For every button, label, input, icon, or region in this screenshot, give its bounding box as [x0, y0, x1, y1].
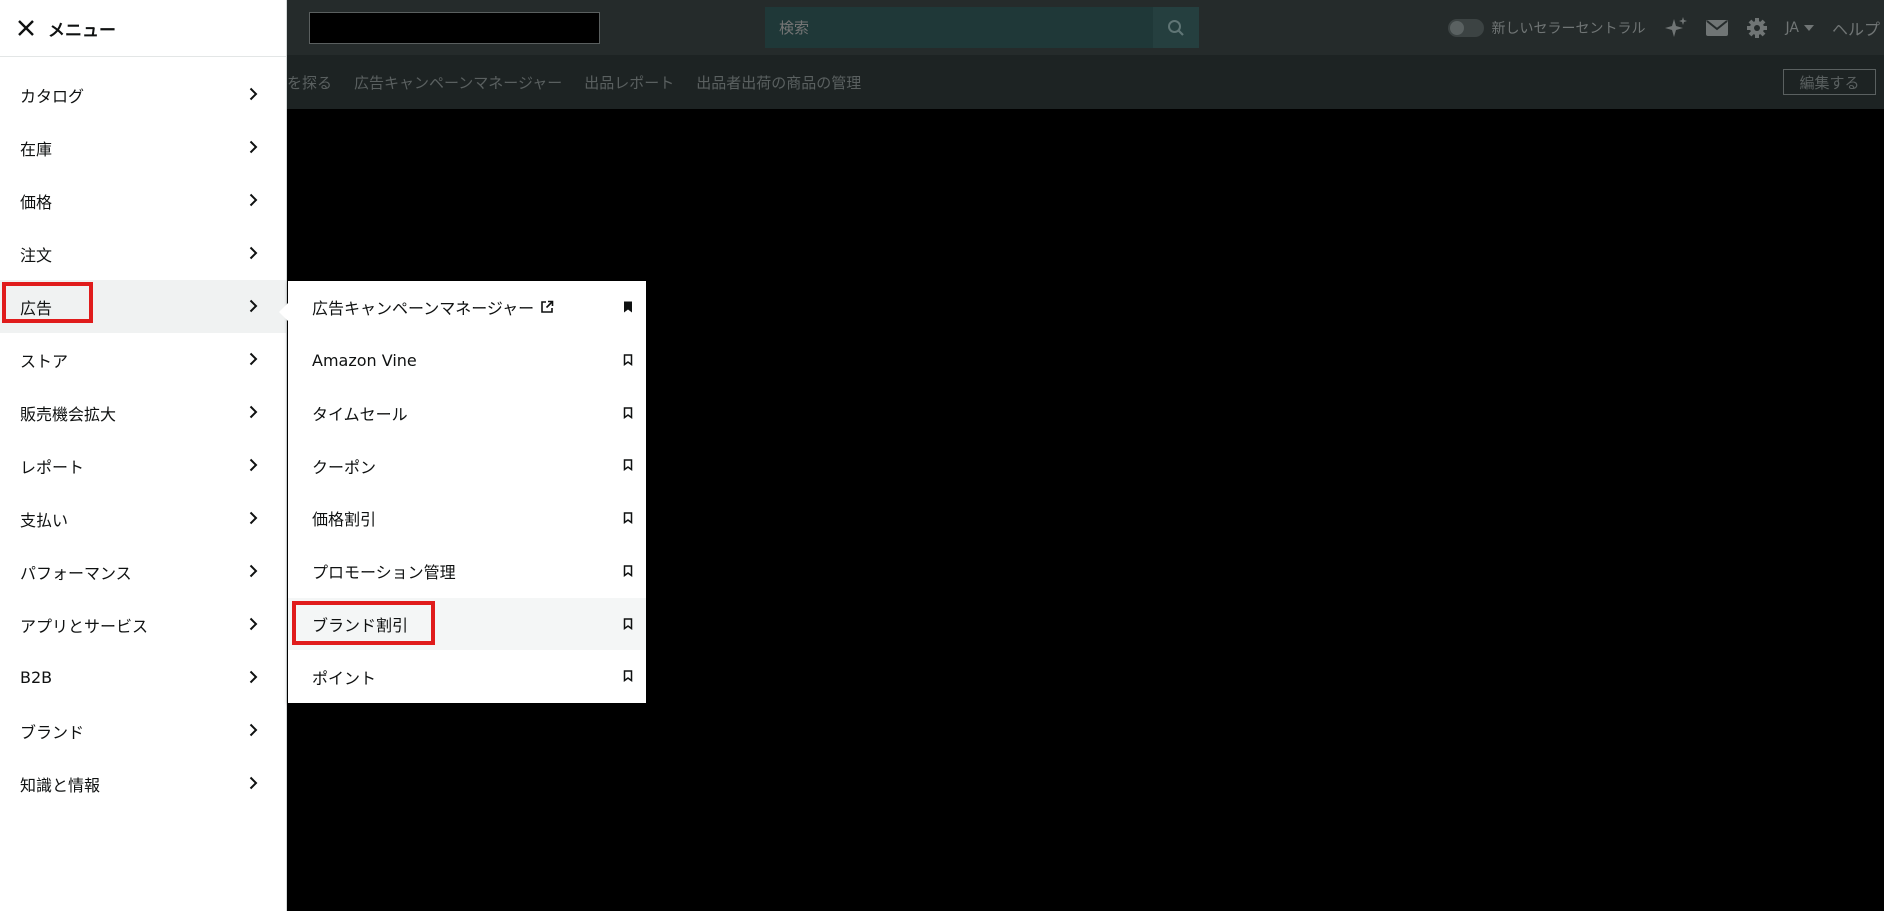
- menu-item-label: B2B: [20, 668, 53, 687]
- menu-item-label: ブランド: [20, 722, 85, 742]
- side-menu: メニュー カタログ 在庫 価格 注文 広告 ストア 販売機会拡大 レポート 支払…: [0, 0, 287, 911]
- external-link-icon: [540, 300, 554, 314]
- edit-button[interactable]: 編集する: [1783, 69, 1876, 95]
- language-selector[interactable]: JA: [1786, 20, 1814, 36]
- search-icon: [1168, 19, 1184, 36]
- menu-item-label: 知識と情報: [20, 775, 101, 795]
- header-tools: 新しいセラーセントラル JA ヘルプ: [1447, 0, 1880, 55]
- submenu-item-label: クーポン: [312, 457, 377, 477]
- menu-item-brand[interactable]: ブランド: [0, 704, 286, 757]
- menu-list: カタログ 在庫 価格 注文 広告 ストア 販売機会拡大 レポート 支払い パフォ…: [0, 57, 286, 810]
- menu-item-advertising[interactable]: 広告: [0, 280, 286, 333]
- submenu-item-brand-discount[interactable]: ブランド割引: [288, 597, 646, 651]
- chevron-right-icon: [249, 511, 258, 525]
- menu-item-learn[interactable]: 知識と情報: [0, 757, 286, 810]
- chevron-right-icon: [249, 670, 258, 684]
- menu-item-apps-services[interactable]: アプリとサービス: [0, 598, 286, 651]
- sparkle-icon[interactable]: [1664, 16, 1688, 40]
- menu-item-growth[interactable]: 販売機会拡大: [0, 386, 286, 439]
- chevron-right-icon: [249, 405, 258, 419]
- menu-item-label: パフォーマンス: [20, 563, 132, 583]
- submenu-item-label: Amazon Vine: [312, 350, 417, 370]
- chevron-right-icon: [249, 723, 258, 737]
- redacted-logo: [309, 12, 600, 44]
- chevron-right-icon: [249, 617, 258, 631]
- chevron-right-icon: [249, 87, 258, 101]
- bookmark-icon[interactable]: [623, 406, 633, 419]
- advertising-submenu: 広告キャンペーンマネージャー Amazon Vine タイムセール クーポン 価…: [279, 281, 646, 703]
- chevron-down-icon: [1803, 24, 1814, 31]
- chevron-right-icon: [249, 564, 258, 578]
- menu-item-label: 注文: [20, 245, 53, 265]
- menu-item-label: アプリとサービス: [20, 616, 149, 636]
- menu-item-label: 販売機会拡大: [20, 404, 117, 424]
- menu-item-label: ストア: [20, 351, 69, 371]
- bookmark-filled-icon[interactable]: [623, 301, 633, 313]
- menu-item-catalog[interactable]: カタログ: [0, 68, 286, 121]
- menu-item-stores[interactable]: ストア: [0, 333, 286, 386]
- submenu-item-time-sale[interactable]: タイムセール: [288, 387, 646, 440]
- submenu-item-label: ポイント: [312, 668, 377, 688]
- menu-item-b2b[interactable]: B2B: [0, 651, 286, 704]
- chevron-right-icon: [249, 458, 258, 472]
- search-bar: [765, 7, 1199, 48]
- submenu-item-label: 広告キャンペーンマネージャー: [312, 299, 535, 319]
- new-seller-central-toggle[interactable]: 新しいセラーセントラル: [1447, 18, 1646, 38]
- submenu-item-label: プロモーション管理: [312, 563, 456, 583]
- submenu-item-label: 価格割引: [312, 510, 377, 530]
- chevron-right-icon: [249, 776, 258, 790]
- menu-item-label: 在庫: [20, 139, 53, 159]
- chevron-right-icon: [249, 299, 258, 313]
- toggle-label: 新しいセラーセントラル: [1491, 20, 1646, 37]
- toggle-track: [1447, 18, 1484, 37]
- mail-icon[interactable]: [1705, 19, 1728, 36]
- chevron-right-icon: [249, 352, 258, 366]
- nav-link[interactable]: 出品者出荷の商品の管理: [696, 72, 861, 93]
- nav-link[interactable]: 広告キャンペーンマネージャー: [354, 72, 562, 93]
- bookmark-icon[interactable]: [623, 459, 633, 472]
- nav-link[interactable]: 出品レポート: [584, 72, 674, 93]
- submenu-item-amazon-vine[interactable]: Amazon Vine: [288, 334, 646, 387]
- menu-item-label: 支払い: [20, 510, 69, 530]
- chevron-right-icon: [249, 193, 258, 207]
- menu-header: メニュー: [0, 0, 286, 57]
- submenu-item-points[interactable]: ポイント: [288, 650, 646, 703]
- submenu-item-campaign-manager[interactable]: 広告キャンペーンマネージャー: [288, 281, 646, 334]
- search-input[interactable]: [765, 7, 1153, 48]
- menu-item-payments[interactable]: 支払い: [0, 492, 286, 545]
- search-button[interactable]: [1153, 7, 1199, 48]
- submenu-item-label: ブランド割引: [312, 615, 409, 635]
- menu-item-label: カタログ: [20, 86, 85, 106]
- submenu-item-coupons[interactable]: クーポン: [288, 439, 646, 492]
- gear-icon[interactable]: [1746, 17, 1768, 39]
- menu-item-label: 価格: [20, 192, 53, 212]
- menu-item-label: 広告: [20, 298, 53, 318]
- bookmark-icon[interactable]: [623, 512, 633, 524]
- nav-links: を探る 広告キャンペーンマネージャー 出品レポート 出品者出荷の商品の管理: [287, 55, 861, 109]
- submenu-item-promotions[interactable]: プロモーション管理: [288, 545, 646, 598]
- menu-item-label: レポート: [20, 457, 85, 477]
- menu-item-inventory[interactable]: 在庫: [0, 121, 286, 174]
- bookmark-icon[interactable]: [623, 565, 633, 577]
- menu-item-pricing[interactable]: 価格: [0, 174, 286, 227]
- submenu-item-label: タイムセール: [312, 404, 408, 424]
- menu-title: メニュー: [48, 20, 116, 41]
- menu-item-performance[interactable]: パフォーマンス: [0, 545, 286, 598]
- nav-link[interactable]: を探る: [287, 72, 332, 93]
- close-icon[interactable]: [18, 20, 34, 36]
- bookmark-icon[interactable]: [623, 617, 633, 630]
- help-link[interactable]: ヘルプ: [1832, 16, 1880, 40]
- toggle-knob: [1449, 20, 1464, 35]
- chevron-right-icon: [249, 140, 258, 154]
- menu-item-orders[interactable]: 注文: [0, 227, 286, 280]
- bookmark-icon[interactable]: [623, 354, 633, 366]
- language-label: JA: [1785, 19, 1799, 36]
- submenu-item-price-discounts[interactable]: 価格割引: [288, 492, 646, 545]
- chevron-right-icon: [249, 246, 258, 260]
- menu-item-reports[interactable]: レポート: [0, 439, 286, 492]
- bookmark-icon[interactable]: [623, 670, 633, 683]
